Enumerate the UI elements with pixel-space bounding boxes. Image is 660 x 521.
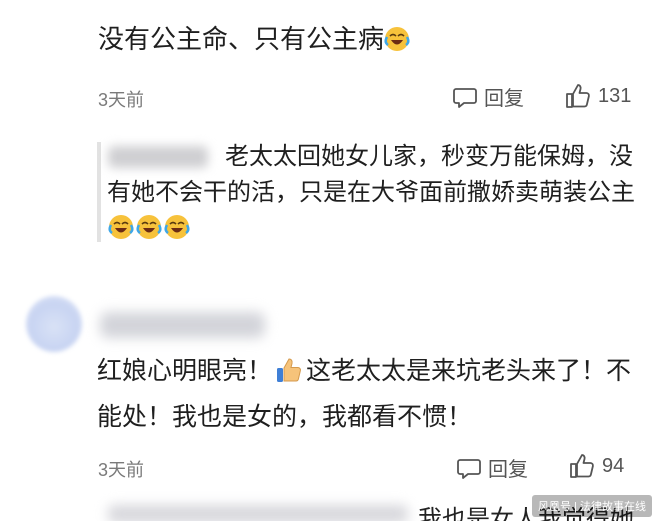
- watermark: 风凰号 | 法律故事在线: [532, 495, 652, 517]
- comment-2-time: 3天前: [98, 460, 145, 480]
- comment-icon: [457, 458, 481, 479]
- laughing-crying-emoji-icon: [164, 215, 190, 239]
- comment-1-like-count: 131: [598, 84, 632, 107]
- avatar[interactable]: [26, 296, 82, 352]
- comment-1-reply-button[interactable]: 回复: [452, 82, 524, 111]
- comment-2-text-part1: 红娘心明眼亮！: [97, 356, 273, 385]
- comment-icon: [453, 87, 477, 108]
- comment-3-blurred: [108, 505, 408, 521]
- comment-1-text: 没有公主命、只有公主病: [98, 22, 410, 58]
- comment-2-like-button[interactable]: 94: [568, 452, 624, 480]
- comment-2-text: 红娘心明眼亮！ 这老太太是来坑老头来了！不能处！我也是女的，我都看不惯！: [97, 348, 647, 440]
- thumbs-up-emoji-icon: [277, 358, 301, 382]
- quoted-reply-emojis: [108, 214, 190, 240]
- thumbs-up-icon: [566, 84, 590, 108]
- laughing-crying-emoji-icon: [384, 27, 410, 51]
- thumbs-up-icon: [570, 454, 594, 478]
- comment-2-like-count: 94: [602, 454, 625, 477]
- comment-1-reply-label: 回复: [484, 88, 524, 110]
- username-blurred[interactable]: [100, 312, 265, 338]
- comment-1-body: 没有公主命、只有公主病: [98, 25, 385, 55]
- quoted-reply-text: 老太太回她女儿家，秒变万能保姆，没有她不会干的活，只是在大爷面前撒娇卖萌装公主: [107, 142, 635, 206]
- laughing-crying-emoji-icon: [136, 215, 162, 239]
- comment-1-like-button[interactable]: 131: [564, 82, 631, 110]
- comment-1-time: 3天前: [98, 90, 145, 110]
- comment-2-reply-button[interactable]: 回复: [456, 453, 528, 482]
- quote-bar: [97, 142, 101, 242]
- comment-2-reply-label: 回复: [488, 459, 528, 481]
- laughing-crying-emoji-icon: [108, 215, 134, 239]
